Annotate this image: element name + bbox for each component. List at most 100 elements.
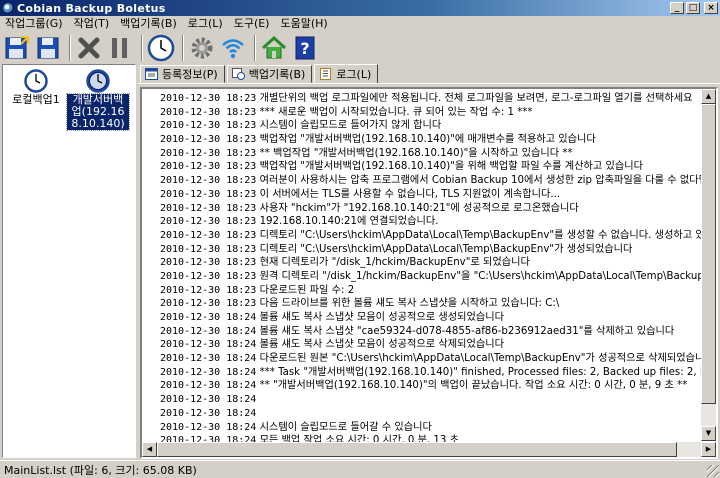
- log-timestamp: 2010-12-30 18:23: [160, 202, 257, 214]
- pause-button[interactable]: [106, 33, 134, 63]
- clock-icon: [86, 69, 110, 93]
- help-button[interactable]: ?: [291, 33, 319, 63]
- save-icon: [37, 37, 59, 59]
- log-message: 백업작업 "개발서버백업(192.168.10.140)"에 매개변수를 적용하…: [259, 134, 596, 146]
- log-line: 2010-12-30 18:23 현재 디렉토리가 "/disk_1/hckim…: [160, 256, 707, 270]
- menu-help[interactable]: 도움말(H): [275, 15, 333, 31]
- menu-tools[interactable]: 도구(E): [229, 15, 276, 31]
- vertical-scrollbar[interactable]: ▲ ▼: [701, 89, 716, 441]
- clock-icon: [24, 69, 48, 93]
- pause-icon: [112, 38, 127, 58]
- log-message: 다운로드된 원본 "C:\Users\hckim\AppData\Local\T…: [259, 353, 707, 365]
- home-icon: [261, 35, 287, 59]
- tab-label: 등록정보(P): [162, 68, 218, 81]
- log-timestamp: 2010-12-30 18:24: [160, 312, 257, 323]
- resize-grip[interactable]: [707, 465, 719, 477]
- app-icon: [2, 2, 14, 14]
- menu-bar: 작업그룹(G) 작업(T) 백업기록(B) 로그(L) 도구(E) 도움말(H): [0, 16, 720, 30]
- minimize-button[interactable]: _: [670, 2, 684, 14]
- log-message: 디렉토리 "C:\Users\hckim\AppData\Local\Temp\…: [259, 243, 633, 255]
- log-timestamp: 2010-12-30 18:24: [160, 366, 257, 378]
- scroll-right-button[interactable]: ▶: [701, 442, 716, 457]
- log-timestamp: 2010-12-30 18:23: [160, 134, 257, 146]
- log-message: 다운로드된 파일 수: 2: [259, 284, 355, 296]
- log-timestamp: 2010-12-30 18:24: [160, 407, 257, 419]
- menu-task[interactable]: 작업(T): [69, 15, 116, 31]
- log-icon: [320, 68, 332, 80]
- log-message: 볼륨 섀도 복사 스냅샷 모음이 성공적으로 삭제되었습니다: [259, 339, 504, 351]
- wifi-button[interactable]: [219, 33, 247, 63]
- home-button[interactable]: [260, 33, 288, 63]
- maximize-button[interactable]: □: [686, 2, 700, 14]
- scroll-left-button[interactable]: ◀: [142, 442, 157, 457]
- task-label: 개발서버백업(192.168.10.140): [66, 93, 130, 131]
- log-line: 2010-12-30 18:24 ** "개발서버백업(192.168.10.1…: [160, 379, 707, 393]
- close-button[interactable]: ×: [704, 2, 718, 14]
- log-line: 2010-12-30 18:24 시스템이 슬립모드로 들어갈 수 있습니다: [160, 421, 707, 435]
- save-button[interactable]: [34, 33, 62, 63]
- clock-icon: [147, 34, 175, 62]
- delete-button[interactable]: [75, 33, 103, 63]
- log-timestamp: 2010-12-30 18:24: [160, 380, 257, 392]
- log-timestamp: 2010-12-30 18:23: [160, 106, 257, 118]
- log-message: 이 서버에서는 TLS를 사용할 수 없습니다, TLS 지원없이 계속합니다.…: [259, 188, 561, 200]
- scroll-thumb[interactable]: [701, 104, 716, 404]
- log-message: 여러분이 사용하시는 압축 프로그램에서 Cobian Backup 10에서 …: [259, 175, 707, 187]
- log-timestamp: 2010-12-30 18:24: [160, 421, 257, 433]
- log-view[interactable]: 2010-12-30 18:23 개별단위의 백업 로그파일에만 적용됩니다. …: [140, 87, 718, 459]
- status-bar: MainList.lst (파일: 6, 크기: 65.08 KB): [0, 460, 720, 478]
- scroll-thumb[interactable]: [157, 442, 677, 457]
- log-line: 2010-12-30 18:23 시스템이 슬립모드로 들어가지 않게 합니다: [160, 119, 707, 133]
- log-timestamp: 2010-12-30 18:23: [160, 298, 257, 310]
- log-line: 2010-12-30 18:24: [160, 393, 707, 407]
- task-list-panel[interactable]: 로컬백업1 개발서버백업(192.168.10.140): [2, 64, 136, 458]
- log-timestamp: 2010-12-30 18:23: [160, 216, 257, 228]
- task-item[interactable]: 로컬백업1: [5, 69, 67, 106]
- log-message: 현재 디렉토리가 "/disk_1/hckim/BackupEnv"로 되었습니…: [259, 257, 530, 269]
- log-message: 볼륨 섀도 복사 스냅샷 "cae59324-d078-4855-af86-b2…: [259, 325, 675, 337]
- log-timestamp: 2010-12-30 18:24: [160, 339, 257, 351]
- log-line: 2010-12-30 18:24 볼륨 섀도 복사 스냅샷 "cae59324-…: [160, 325, 707, 339]
- log-line: 2010-12-30 18:24 다운로드된 원본 "C:\Users\hcki…: [160, 352, 707, 366]
- tab-log[interactable]: 로그(L): [314, 64, 379, 84]
- menu-log[interactable]: 로그(L): [183, 15, 229, 31]
- log-message: ** "개발서버백업(192.168.10.140)"의 백업이 끝났습니다. …: [259, 380, 688, 392]
- scroll-down-button[interactable]: ▼: [701, 426, 716, 441]
- wifi-icon: [222, 39, 244, 59]
- tab-properties[interactable]: 등록정보(P): [140, 65, 225, 83]
- log-timestamp: 2010-12-30 18:23: [160, 243, 257, 255]
- menu-history[interactable]: 백업기록(B): [115, 15, 183, 31]
- toolbar-separator: [254, 35, 256, 61]
- log-line: 2010-12-30 18:23 디렉토리 "C:\Users\hckim\Ap…: [160, 243, 707, 257]
- menu-taskgroup[interactable]: 작업그룹(G): [0, 15, 69, 31]
- log-message: 시스템이 슬립모드로 들어가지 않게 합니다: [259, 120, 442, 132]
- horizontal-scrollbar[interactable]: ◀ ▶: [142, 442, 716, 457]
- log-tab-panel: 2010-12-30 18:23 개별단위의 백업 로그파일에만 적용됩니다. …: [138, 83, 720, 460]
- scroll-up-button[interactable]: ▲: [701, 89, 716, 104]
- log-message: 시스템이 슬립모드로 들어갈 수 있습니다: [259, 421, 432, 433]
- tab-label: 로그(L): [336, 68, 372, 81]
- log-line: 2010-12-30 18:23 사용자 "hckim"가 "192.168.1…: [160, 202, 707, 216]
- log-line: 2010-12-30 18:23 192.168.10.140:21에 연결되었…: [160, 215, 707, 229]
- tab-history[interactable]: 백업기록(B): [226, 65, 313, 83]
- log-timestamp: 2010-12-30 18:23: [160, 229, 257, 241]
- log-message: 볼륨 섀도 복사 스냅샷 모음이 성공적으로 생성되었습니다: [259, 312, 504, 323]
- task-item-selected[interactable]: 개발서버백업(192.168.10.140): [66, 69, 130, 131]
- save-as-button[interactable]: [3, 33, 31, 63]
- log-message: *** 새로운 백업이 시작되었습니다. 큐 되어 있는 작업 수: 1 ***: [259, 106, 533, 118]
- log-timestamp: 2010-12-30 18:23: [160, 188, 257, 200]
- status-text: MainList.lst (파일: 6, 크기: 65.08 KB): [4, 463, 197, 477]
- log-lines: 2010-12-30 18:23 개별단위의 백업 로그파일에만 적용됩니다. …: [160, 92, 707, 444]
- log-message: 192.168.10.140:21에 연결되었습니다.: [259, 216, 439, 228]
- log-line: 2010-12-30 18:23 백업작업 "개발서버백업(192.168.10…: [160, 133, 707, 147]
- log-line: 2010-12-30 18:24 볼륨 섀도 복사 스냅샷 모음이 성공적으로 …: [160, 311, 707, 325]
- log-line: 2010-12-30 18:24: [160, 407, 707, 421]
- schedule-button[interactable]: [147, 33, 175, 63]
- toolbar-separator: [69, 35, 71, 61]
- log-timestamp: 2010-12-30 18:23: [160, 161, 257, 173]
- settings-button[interactable]: [188, 33, 216, 63]
- toolbar-separator: [141, 35, 143, 61]
- log-message: 원격 디렉토리 "/disk_1/hckim/BackupEnv"을 "C:\U…: [259, 270, 707, 282]
- log-line: 2010-12-30 18:23 디렉토리 "C:\Users\hckim\Ap…: [160, 229, 707, 243]
- title-bar[interactable]: Cobian Backup Boletus _ □ ×: [0, 0, 720, 16]
